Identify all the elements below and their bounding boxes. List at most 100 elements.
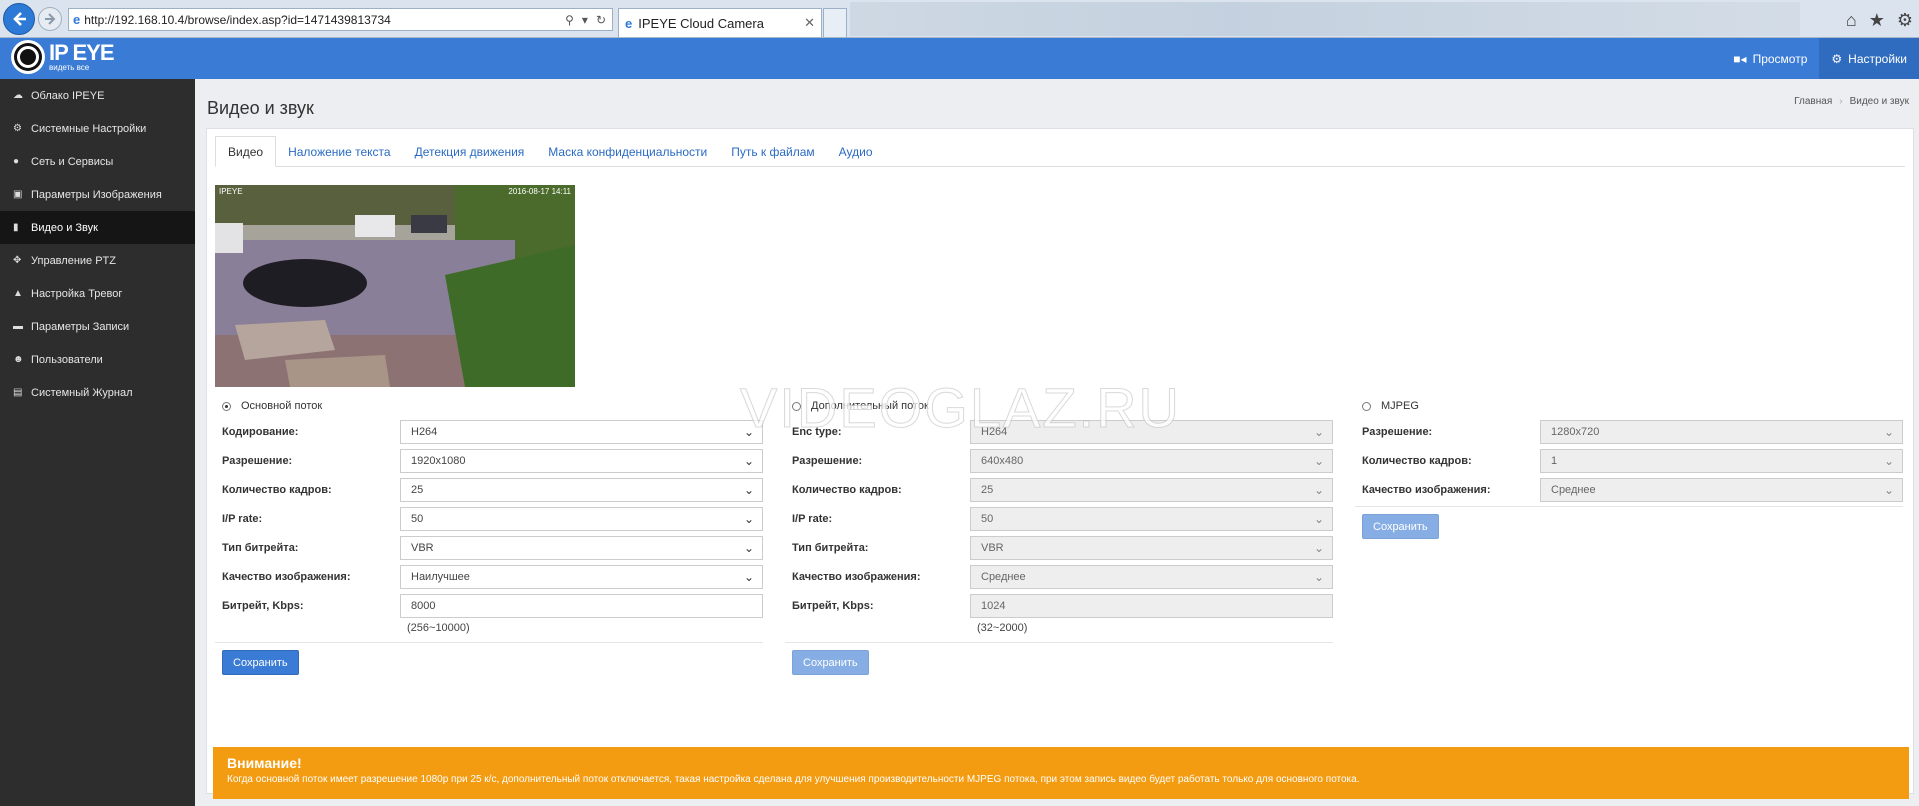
main-stream-option[interactable]: Основной поток [215,397,763,415]
field-label: Количество кадров: [792,484,902,496]
mjpeg-resolution-select[interactable]: 1280x720 ⌄ [1540,420,1903,444]
main-stream-section: Основной поток Кодирование: H264 ⌄ Разреше… [215,397,763,675]
mjpeg-stream-title: MJPEG [1381,400,1419,412]
sub-framerate-row: Количество кадров: 25 ⌄ [785,478,1333,502]
field-label: Качество изображения: [1362,484,1491,496]
sidebar-item-system-settings[interactable]: ⚙ Системные Настройки [0,112,195,145]
sidebar-item-image[interactable]: ▣ Параметры Изображения [0,178,195,211]
mjpeg-save-button[interactable]: Сохранить [1362,514,1439,539]
sidebar-item-log[interactable]: ▤ Системный Журнал [0,376,195,409]
sub-save-button[interactable]: Сохранить [792,650,869,675]
alert-text: Когда основной поток имеет разрешение 10… [227,774,1360,785]
favorites-star-icon[interactable]: ★ [1869,10,1885,31]
browser-tab[interactable]: e IPEYE Cloud Camera ✕ [618,8,822,37]
sidebar-item-label: Параметры Записи [31,320,130,333]
refresh-icon[interactable]: ↻ [596,13,606,27]
sidebar: ☁ Облако IPEYE ⚙ Системные Настройки ● Сеть… [0,79,195,806]
main-resolution-select[interactable]: 1920x1080 ⌄ [400,449,763,473]
sidebar-item-recording[interactable]: ▬ Параметры Записи [0,310,195,343]
select-value: 1920x1080 [411,455,466,467]
mjpeg-quality-select[interactable]: Среднее ⌄ [1540,478,1903,502]
back-button[interactable] [3,3,35,35]
main-encoding-row: Кодирование: H264 ⌄ [215,420,763,444]
sidebar-item-label: Настройка Тревог [31,287,123,300]
tab-text-overlay[interactable]: Наложение текста [276,136,403,167]
main-quality-select[interactable]: Наилучшее ⌄ [400,565,763,589]
sub-resolution-select[interactable]: 640x480 ⌄ [970,449,1333,473]
chevron-down-icon: ⌄ [743,483,754,497]
select-value: 25 [411,484,424,496]
chevron-down-icon: ⌄ [1313,425,1324,439]
mjpeg-quality-row: Качество изображения: Среднее ⌄ [1355,478,1903,502]
tab-file-path[interactable]: Путь к файлам [719,136,826,167]
sidebar-item-label: Управление PTZ [31,254,116,267]
main-bitrate-input[interactable]: 8000 [400,594,763,618]
tab-video[interactable]: Видео [215,136,277,167]
new-tab-button[interactable] [823,8,847,37]
mjpeg-framerate-select[interactable]: 1 ⌄ [1540,449,1903,473]
chevron-down-icon: ⌄ [743,541,754,555]
select-value: Среднее [1551,484,1596,496]
home-icon[interactable]: ⌂ [1846,10,1857,31]
sub-ip-rate-row: I/P rate: 50 ⌄ [785,507,1333,531]
sub-ip-rate-select[interactable]: 50 ⌄ [970,507,1333,531]
field-label: Качество изображения: [222,571,351,583]
main-quality-row: Качество изображения: Наилучшее ⌄ [215,565,763,589]
top-navigation: ■◂ Просмотр ⚙ Настройки [1721,38,1919,79]
sidebar-item-cloud[interactable]: ☁ Облако IPEYE [0,79,195,112]
search-icon[interactable]: ⚲ [565,13,574,27]
main-stream-radio[interactable] [222,401,231,411]
sub-quality-select[interactable]: Среднее ⌄ [970,565,1333,589]
camera-scene [215,185,575,387]
settings-panel: Видео Наложение текста Детекция движения… [206,128,1914,799]
sub-framerate-select[interactable]: 25 ⌄ [970,478,1333,502]
divider [785,642,1333,643]
select-value: Среднее [981,571,1026,583]
main-bitrate-type-select[interactable]: VBR ⌄ [400,536,763,560]
sidebar-item-ptz[interactable]: ✥ Управление PTZ [0,244,195,277]
main-ip-rate-row: I/P rate: 50 ⌄ [215,507,763,531]
main-save-button[interactable]: Сохранить [222,650,299,675]
sidebar-item-alarms[interactable]: ▲ Настройка Тревог [0,277,195,310]
image-icon: ▣ [13,189,23,200]
field-label: Разрешение: [222,455,293,467]
record-icon: ▬ [13,321,23,332]
nav-preview[interactable]: ■◂ Просмотр [1721,38,1819,79]
main-encoding-select[interactable]: H264 ⌄ [400,420,763,444]
close-tab-icon[interactable]: ✕ [804,15,815,31]
sub-bitrate-hint: (32~2000) [977,622,1028,634]
mjpeg-stream-option[interactable]: MJPEG [1355,397,1903,415]
sidebar-item-label: Пользователи [31,353,103,366]
tools-gear-icon[interactable]: ⚙ [1897,10,1913,31]
field-label: Битрейт, Kbps: [792,600,874,612]
field-label: Качество изображения: [792,571,921,583]
main-ip-rate-select[interactable]: 50 ⌄ [400,507,763,531]
input-value: 8000 [411,600,436,612]
sub-bitrate-type-select[interactable]: VBR ⌄ [970,536,1333,560]
mjpeg-resolution-row: Разрешение: 1280x720 ⌄ [1355,420,1903,444]
divider [215,642,763,643]
tab-motion-detection[interactable]: Детекция движения [403,136,537,167]
forward-button[interactable] [38,7,62,31]
log-icon: ▤ [13,387,23,398]
address-bar[interactable]: e http://192.168.10.4/browse/index.asp?i… [68,8,613,31]
main-framerate-row: Количество кадров: 25 ⌄ [215,478,763,502]
breadcrumb-home[interactable]: Главная [1794,96,1832,107]
preview-camera-name: IPEYE [219,187,243,196]
background-window-area [850,2,1800,36]
sidebar-item-users[interactable]: ☻ Пользователи [0,343,195,376]
ipeye-logo[interactable]: IP EYE видеть все [11,40,115,74]
mjpeg-stream-radio[interactable] [1362,401,1371,411]
tab-audio[interactable]: Аудио [827,136,885,167]
main-framerate-select[interactable]: 25 ⌄ [400,478,763,502]
sidebar-item-network[interactable]: ● Сеть и Сервисы [0,145,195,178]
sidebar-item-video-audio[interactable]: ▮ Видео и Звук [0,211,195,244]
dropdown-icon[interactable]: ▾ [582,13,588,27]
chevron-down-icon: ⌄ [1883,425,1894,439]
preview-timestamp: 2016-08-17 14:11 [508,187,571,196]
tab-privacy-mask[interactable]: Маска конфиденциальности [536,136,719,167]
warning-alert: Внимание! Когда основной поток имеет раз… [213,747,1909,799]
nav-settings[interactable]: ⚙ Настройки [1819,38,1919,79]
chevron-down-icon: ⌄ [1313,483,1324,497]
sub-bitrate-input[interactable]: 1024 [970,594,1333,618]
